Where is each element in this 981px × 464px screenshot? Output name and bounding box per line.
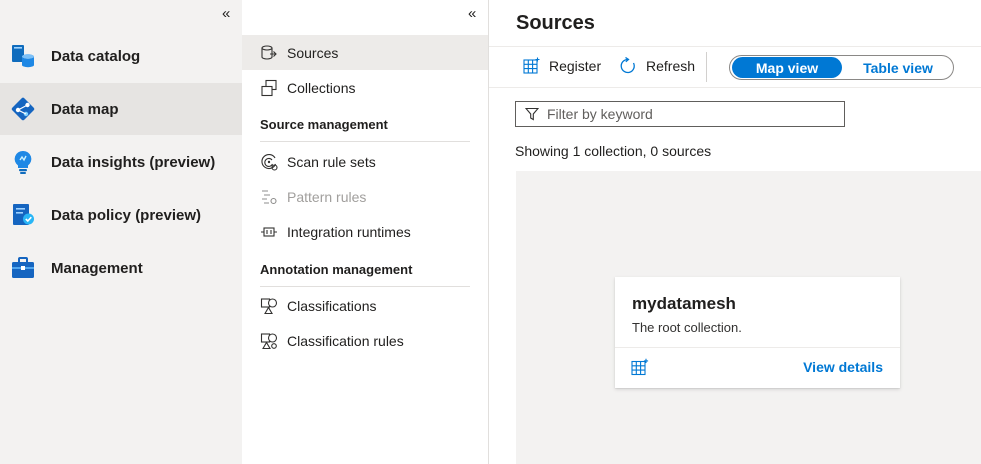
filter-keyword-input[interactable] — [547, 106, 827, 122]
view-details-link[interactable]: View details — [803, 359, 883, 375]
filter-box — [515, 101, 845, 127]
data-map-icon — [8, 94, 38, 124]
register-button[interactable]: Register — [523, 57, 601, 74]
nav-label: Data insights (preview) — [51, 153, 216, 171]
nav-item-data-map[interactable]: Data map — [0, 83, 242, 135]
subnav-label: Sources — [287, 44, 339, 61]
subnav-label: Pattern rules — [287, 188, 367, 205]
map-view-toggle[interactable]: Map view — [732, 57, 842, 78]
refresh-label: Refresh — [646, 58, 696, 74]
subnav-label: Integration runtimes — [287, 223, 411, 240]
subnav-item-collections[interactable]: Collections — [242, 70, 488, 105]
command-bar: Register Refresh Map view Table view — [489, 46, 981, 88]
register-grid-icon — [523, 57, 540, 74]
subnav-label: Collections — [287, 79, 356, 96]
refresh-button[interactable]: Refresh — [619, 57, 695, 75]
refresh-icon — [619, 57, 637, 75]
subnav-label: Classifications — [287, 297, 377, 314]
register-label: Register — [549, 57, 602, 74]
subnav-item-pattern-rules[interactable]: Pattern rules — [242, 179, 488, 214]
collapse-nav-icon[interactable]: « — [222, 6, 230, 21]
collapse-subnav-icon[interactable]: « — [468, 6, 476, 21]
register-source-grid-icon[interactable] — [631, 358, 649, 376]
nav-item-data-policy[interactable]: Data policy (preview) — [0, 189, 242, 241]
collection-description: The root collection. — [632, 320, 742, 335]
section-heading-annotation-management: Annotation management — [260, 262, 470, 287]
nav-label: Management — [51, 259, 143, 277]
nav-item-data-catalog[interactable]: Data catalog — [0, 30, 242, 82]
sources-icon — [259, 43, 279, 63]
subnav-label: Classification rules — [287, 332, 404, 349]
management-toolbox-icon — [8, 253, 38, 283]
integration-runtimes-icon — [259, 222, 279, 242]
data-insights-icon — [8, 147, 38, 177]
scan-rule-sets-icon — [259, 152, 279, 172]
section-heading-source-management: Source management — [260, 117, 470, 142]
results-summary: Showing 1 collection, 0 sources — [515, 143, 712, 159]
main-content: Sources Register Refresh Map view Table … — [489, 0, 981, 464]
view-toggle: Map view Table view — [729, 55, 954, 80]
nav-label: Data catalog — [51, 47, 141, 65]
data-catalog-icon — [8, 41, 38, 71]
subnav-label: Scan rule sets — [287, 153, 376, 170]
primary-nav: « Data catalog Data map Data insights (p… — [0, 0, 242, 464]
subnav-item-scan-rule-sets[interactable]: Scan rule sets — [242, 144, 488, 179]
data-policy-icon — [8, 200, 38, 230]
table-view-toggle[interactable]: Table view — [844, 57, 952, 78]
nav-label: Data map — [51, 100, 119, 118]
nav-item-data-insights[interactable]: Data insights (preview) — [0, 136, 242, 188]
card-divider — [615, 347, 900, 348]
filter-funnel-icon — [525, 107, 539, 121]
toolbar-divider — [706, 52, 707, 82]
subnav-item-integration-runtimes[interactable]: Integration runtimes — [242, 214, 488, 249]
classification-rules-icon — [259, 331, 279, 351]
pattern-rules-icon — [259, 187, 279, 207]
collection-card[interactable]: mydatamesh The root collection. View det… — [615, 277, 900, 388]
subnav-item-classifications[interactable]: Classifications — [242, 288, 488, 323]
classifications-icon — [259, 296, 279, 316]
subnav-item-sources[interactable]: Sources — [242, 35, 488, 70]
map-canvas[interactable]: mydatamesh The root collection. View det… — [516, 171, 981, 464]
secondary-nav: « Sources Collections Source management — [242, 0, 489, 464]
nav-label: Data policy (preview) — [51, 206, 202, 224]
subnav-item-classification-rules[interactable]: Classification rules — [242, 323, 488, 358]
nav-item-management[interactable]: Management — [0, 242, 242, 294]
page-title: Sources — [516, 12, 595, 34]
collection-name: mydatamesh — [632, 294, 736, 313]
collections-icon — [259, 78, 279, 98]
